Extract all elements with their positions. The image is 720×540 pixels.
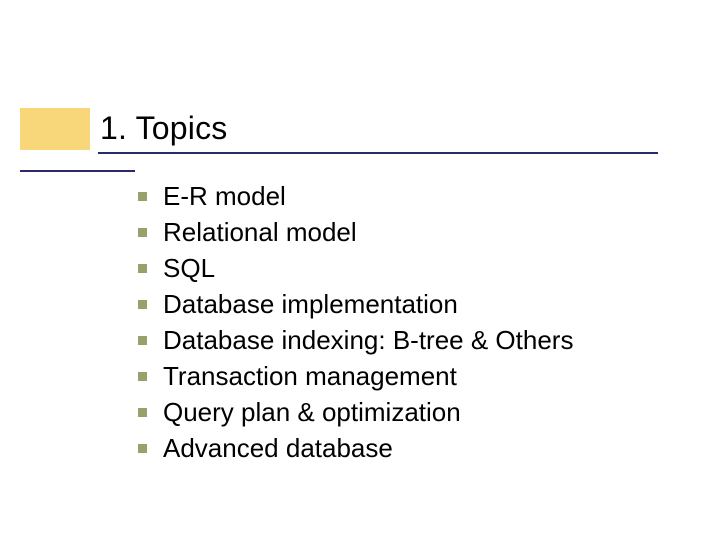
list-item-label: Relational model	[163, 214, 357, 250]
list-item-label: Advanced database	[163, 430, 393, 466]
topic-list: E-R model Relational model SQL Database …	[138, 178, 573, 466]
square-bullet-icon	[138, 444, 147, 453]
list-item-label: E-R model	[163, 178, 286, 214]
list-item-label: SQL	[163, 250, 215, 286]
square-bullet-icon	[138, 372, 147, 381]
divider-short	[20, 170, 135, 172]
list-item: SQL	[138, 250, 573, 286]
square-bullet-icon	[138, 228, 147, 237]
square-bullet-icon	[138, 300, 147, 309]
slide-title: 1. Topics	[100, 110, 228, 147]
list-item-label: Database indexing: B-tree & Others	[163, 322, 573, 358]
list-item: E-R model	[138, 178, 573, 214]
square-bullet-icon	[138, 408, 147, 417]
list-item: Query plan & optimization	[138, 394, 573, 430]
square-bullet-icon	[138, 336, 147, 345]
list-item: Database indexing: B-tree & Others	[138, 322, 573, 358]
divider-long	[98, 152, 658, 154]
square-bullet-icon	[138, 192, 147, 201]
list-item-label: Database implementation	[163, 286, 458, 322]
list-item: Database implementation	[138, 286, 573, 322]
list-item-label: Query plan & optimization	[163, 394, 461, 430]
square-bullet-icon	[138, 264, 147, 273]
slide: 1. Topics E-R model Relational model SQL…	[0, 0, 720, 540]
accent-box	[20, 108, 90, 150]
list-item: Advanced database	[138, 430, 573, 466]
list-item-label: Transaction management	[163, 358, 457, 394]
list-item: Transaction management	[138, 358, 573, 394]
list-item: Relational model	[138, 214, 573, 250]
